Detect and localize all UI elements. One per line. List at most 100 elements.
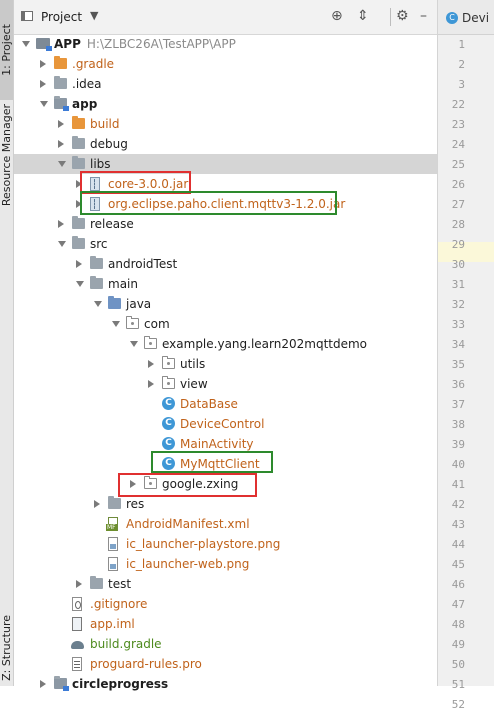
folder-icon [90,276,103,289]
tree-item-label: APP H:\ZLBC26A\TestAPP\APP [54,37,236,51]
tree-item-label: example.yang.learn202mqttdemo [162,337,368,351]
tree-item-label: debug [90,137,128,151]
tree-item-label: circleprogress [72,677,169,691]
source-folder-icon [108,296,121,309]
tree-row[interactable]: circleprogress [14,674,437,694]
class-icon: C [162,437,175,450]
tree-row[interactable]: ic_launcher-playstore.png [14,534,437,554]
tree-row[interactable]: androidTest [14,254,437,274]
tree-row[interactable]: res [14,494,437,514]
folder-icon [54,76,67,89]
tree-item-label: build [90,117,120,131]
line-number: 2 [458,58,465,71]
crosshair-icon[interactable]: ⊕ [331,8,343,24]
tree-row[interactable]: test [14,574,437,594]
tree-row[interactable]: C DataBase [14,394,437,414]
line-number: 35 [451,358,465,371]
resource-manager-tool-tab[interactable]: Resource Manager [0,100,13,210]
tree-row[interactable]: .idea [14,74,437,94]
tree-row[interactable]: .gitignore [14,594,437,614]
expand-arrow-right-icon[interactable] [148,360,154,368]
gitignore-file-icon [72,597,82,611]
expand-arrow-down-icon[interactable] [112,321,120,327]
tree-row[interactable]: java [14,294,437,314]
view-dropdown-icon[interactable]: ▼ [90,9,98,22]
module-path: H:\ZLBC26A\TestAPP\APP [86,37,236,51]
tree-item-label: .idea [72,77,102,91]
tree-row[interactable]: proguard-rules.pro [14,654,437,674]
expand-arrow-right-icon[interactable] [76,260,82,268]
tree-row[interactable]: main [14,274,437,294]
tree-row[interactable]: .gradle [14,54,437,74]
line-number: 1 [458,38,465,51]
excluded-folder-icon [54,56,67,69]
annotation-green-paho-jar [80,191,337,215]
gear-icon[interactable]: ⚙ [396,8,409,24]
tree-row[interactable]: debug [14,134,437,154]
tree-row[interactable]: build [14,114,437,134]
line-number: 29 [451,238,465,251]
tree-item-label: release [90,217,134,231]
tree-item-label: build.gradle [90,637,162,651]
module-icon [36,38,52,51]
line-number: 47 [451,598,465,611]
text-file-icon [72,657,82,671]
line-number: 27 [451,198,465,211]
expand-arrow-down-icon[interactable] [58,161,66,167]
expand-arrow-down-icon[interactable] [58,241,66,247]
tree-row[interactable]: src [14,234,437,254]
expand-arrow-down-icon[interactable] [94,301,102,307]
excluded-folder-icon [72,116,85,129]
line-number: 44 [451,538,465,551]
tree-row[interactable]: example.yang.learn202mqttdemo [14,334,437,354]
resource-manager-tool-tab-label: Resource Manager [0,103,13,207]
collapse-icon[interactable]: ⇕ [357,8,369,24]
expand-arrow-right-icon[interactable] [58,140,64,148]
tree-row[interactable]: app.iml [14,614,437,634]
line-number: 40 [451,458,465,471]
expand-arrow-right-icon[interactable] [148,380,154,388]
expand-arrow-right-icon[interactable] [40,680,46,688]
expand-arrow-down-icon[interactable] [130,341,138,347]
tree-row[interactable]: utils [14,354,437,374]
expand-arrow-right-icon[interactable] [58,120,64,128]
tree-row[interactable]: APP H:\ZLBC26A\TestAPP\APP [14,34,437,54]
tree-item-label: com [144,317,170,331]
tree-row[interactable]: release [14,214,437,234]
expand-arrow-right-icon[interactable] [94,500,100,508]
line-number: 48 [451,618,465,631]
annotation-green-mymqttclient [151,451,273,473]
tree-row[interactable]: AndroidManifest.xml [14,514,437,534]
expand-arrow-right-icon[interactable] [40,80,46,88]
tool-window-strip: 1: Project Resource Manager Z: Structure [0,0,14,686]
line-number: 51 [451,678,465,691]
tree-row[interactable]: view [14,374,437,394]
expand-arrow-down-icon[interactable] [40,101,48,107]
structure-tool-tab[interactable]: Z: Structure [0,610,13,686]
tree-row[interactable]: com [14,314,437,334]
tree-row[interactable]: C DeviceControl [14,414,437,434]
tree-item-label: java [126,297,152,311]
class-icon: C [162,417,175,430]
package-icon [126,316,139,329]
expand-arrow-down-icon[interactable] [76,281,84,287]
tree-row[interactable]: app [14,94,437,114]
expand-arrow-right-icon[interactable] [76,580,82,588]
minimize-icon[interactable]: – [420,8,427,24]
tree-row[interactable]: libs [14,154,437,174]
project-tool-tab[interactable]: 1: Project [0,0,13,100]
package-icon [162,356,175,369]
gradle-icon [71,637,84,651]
tree-item-label: AndroidManifest.xml [126,517,250,531]
tree-row[interactable]: build.gradle [14,634,437,654]
tree-item-label: app [72,97,98,111]
editor-tab-label: Devi [462,11,490,25]
package-icon [144,336,157,349]
tree-item-label: utils [180,357,206,371]
expand-arrow-right-icon[interactable] [40,60,46,68]
tree-row[interactable]: ic_launcher-web.png [14,554,437,574]
panel-title[interactable]: Project [41,10,82,24]
expand-arrow-down-icon[interactable] [22,41,30,47]
expand-arrow-right-icon[interactable] [58,220,64,228]
editor-tab[interactable]: C Devi [438,0,494,35]
